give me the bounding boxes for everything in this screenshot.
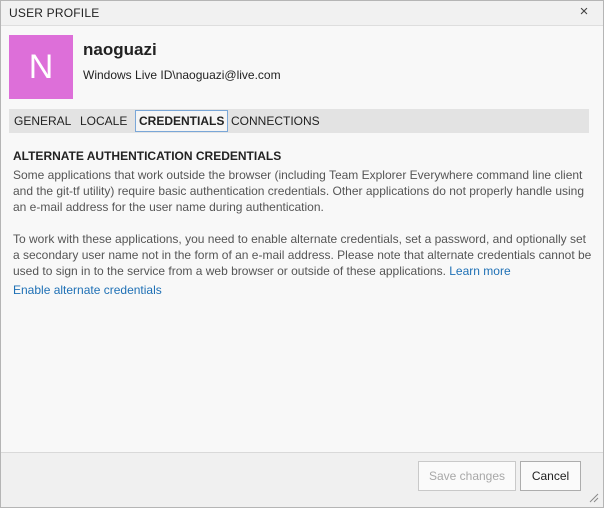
tab-connections[interactable]: CONNECTIONS xyxy=(227,110,324,132)
profile-name: naoguazi xyxy=(83,40,157,59)
dialog-title: USER PROFILE xyxy=(9,6,100,20)
tab-general[interactable]: GENERAL xyxy=(10,110,75,132)
user-profile-dialog: USER PROFILE × N naoguazi Windows Live I… xyxy=(0,0,604,508)
tab-bar: GENERAL LOCALE CREDENTIALS CONNECTIONS xyxy=(9,109,589,133)
section-heading: ALTERNATE AUTHENTICATION CREDENTIALS xyxy=(13,149,282,163)
cancel-button[interactable]: Cancel xyxy=(520,461,581,491)
resize-grip-icon[interactable] xyxy=(587,491,599,503)
credentials-panel: ALTERNATE AUTHENTICATION CREDENTIALS Som… xyxy=(13,149,593,297)
close-icon[interactable]: × xyxy=(577,4,591,20)
learn-more-link[interactable]: Learn more xyxy=(449,264,510,278)
enable-alternate-credentials-link[interactable]: Enable alternate credentials xyxy=(13,283,162,297)
save-changes-button[interactable]: Save changes xyxy=(418,461,516,491)
profile-live-id: Windows Live ID\naoguazi@live.com xyxy=(83,68,281,82)
dialog-footer: Save changes Cancel xyxy=(1,453,603,507)
tab-locale[interactable]: LOCALE xyxy=(76,110,131,132)
description-paragraph-2: To work with these applications, you nee… xyxy=(13,231,593,279)
tab-credentials[interactable]: CREDENTIALS xyxy=(135,110,229,132)
description-paragraph-1: Some applications that work outside the … xyxy=(13,168,585,214)
title-bar: USER PROFILE × xyxy=(1,1,603,26)
avatar: N xyxy=(9,35,73,99)
